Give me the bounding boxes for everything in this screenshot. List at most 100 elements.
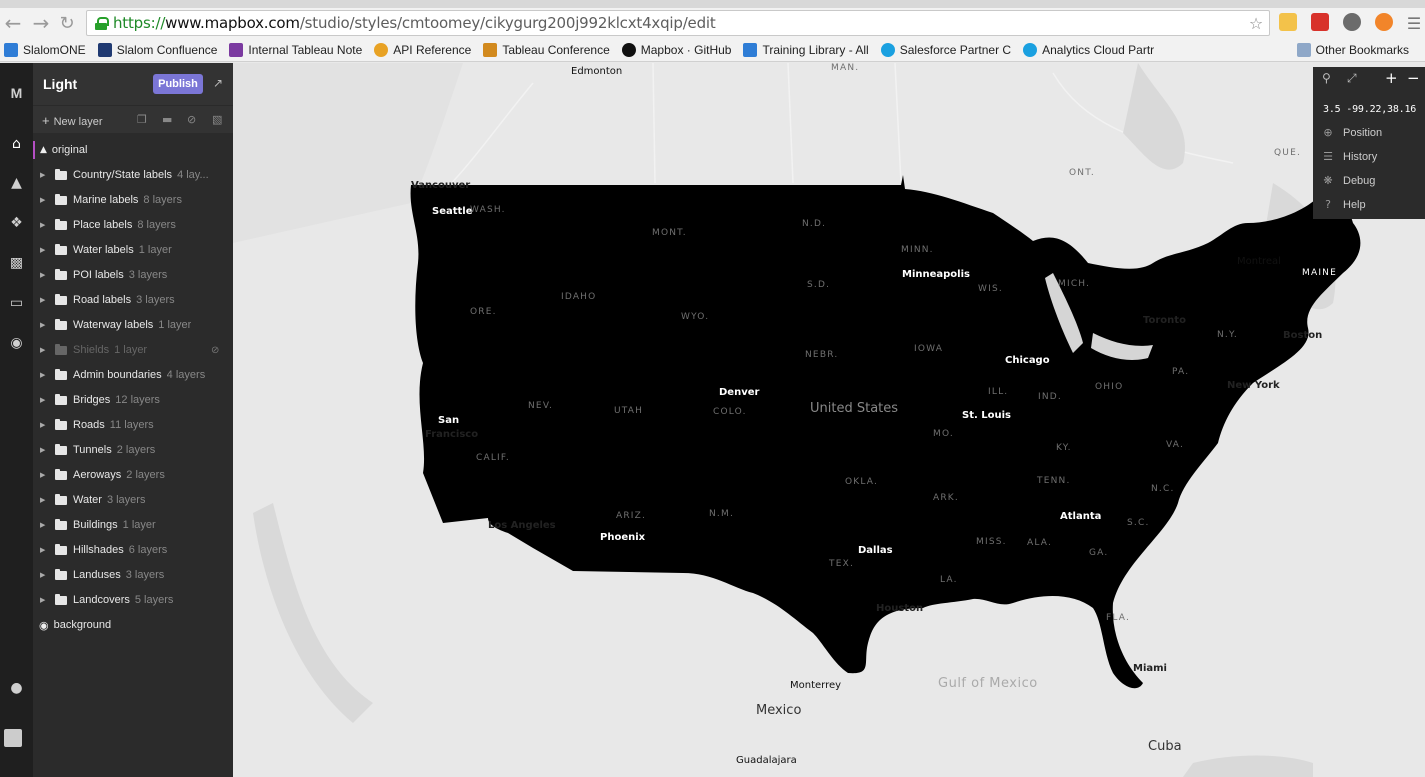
forward-icon[interactable]: → [28,10,54,36]
extension-cors-icon[interactable] [1311,13,1329,31]
map-label-ky: KY. [1056,443,1072,453]
mapbox-logo-icon[interactable]: M [6,83,27,104]
layer-group-row[interactable]: ▶ Water 3 layers [33,488,233,512]
layer-group-row[interactable]: ▶ Road labels 3 layers [33,288,233,312]
panel-header: Light Publish ↗ [33,63,233,105]
expand-caret-icon[interactable]: ▶ [40,321,48,329]
folder-icon [55,243,67,255]
expand-caret-icon[interactable]: ▶ [40,596,48,604]
extension-lifebuoy-icon[interactable] [1375,13,1393,31]
zoom-out-icon[interactable]: − [1407,69,1420,87]
stats-icon[interactable]: ▩ [6,253,27,274]
expand-caret-icon[interactable]: ▶ [40,446,48,454]
help-button[interactable]: ? Help [1321,198,1366,211]
bookmark-api-reference[interactable]: API Reference [374,42,471,57]
map-label-wyo: WYO. [681,312,710,322]
expand-caret-icon[interactable]: ▶ [40,171,48,179]
tilesets-icon[interactable]: ❖ [6,213,27,234]
layer-group-row[interactable]: ▶ Bridges 12 layers [33,388,233,412]
hidden-eye-icon[interactable]: ⊘ [211,345,219,356]
home-icon[interactable]: ⌂ [6,134,27,155]
layer-group-row[interactable]: ▶ Hillshades 6 layers [33,538,233,562]
expand-caret-icon[interactable]: ▶ [40,471,48,479]
back-icon[interactable]: ← [0,10,26,36]
expand-caret-icon[interactable]: ▶ [40,271,48,279]
layer-group-original[interactable]: ▲ original [33,138,233,162]
globe-icon[interactable]: ◉ [6,333,27,354]
bookmark-tableau-conference[interactable]: Tableau Conference [483,42,610,57]
history-button[interactable]: ☰ History [1321,150,1377,163]
bookmark-mapbox-github[interactable]: Mapbox · GitHub [621,42,731,57]
expand-caret-icon[interactable]: ▶ [40,371,48,379]
layer-group-row[interactable]: ▶ POI labels 3 layers [33,263,233,287]
trash-icon[interactable]: ▧ [212,113,224,126]
expand-caret-icon[interactable]: ▶ [40,496,48,504]
bookmark-analytics-cloud[interactable]: Analytics Cloud Partr [1023,42,1154,57]
other-bookmarks[interactable]: Other Bookmarks [1296,42,1409,57]
expand-caret-icon[interactable]: ▶ [40,246,48,254]
search-icon[interactable]: ⚲ [1322,71,1331,85]
address-bar[interactable]: https://www.mapbox.com/studio/styles/cmt… [86,10,1270,36]
bookmark-icon [4,42,18,57]
bookmark-slalom-confluence[interactable]: Slalom Confluence [97,42,217,57]
layer-group-row[interactable]: ▶ Place labels 8 layers [33,213,233,237]
new-layer-button[interactable]: + New layer [42,113,103,128]
debug-button[interactable]: ❋ Debug [1321,174,1375,187]
expand-caret-icon[interactable]: ▶ [40,346,48,354]
expand-caret-icon[interactable]: ▶ [40,571,48,579]
layer-group-row[interactable]: ▶ Landcovers 5 layers [33,588,233,612]
bookmark-icon [97,42,112,57]
style-name[interactable]: Light [43,76,77,92]
reload-icon[interactable]: ↻ [54,10,80,36]
map-canvas[interactable]: Edmonton MAN. Vancouver Seattle WASH. ON… [233,63,1425,777]
publish-button[interactable]: Publish [153,74,203,94]
layer-group-row[interactable]: ▶ Tunnels 2 layers [33,438,233,462]
bookmark-salesforce-partner[interactable]: Salesforce Partner C [880,42,1011,57]
layer-group-row[interactable]: ▶ Water labels 1 layer [33,238,233,262]
duplicate-icon[interactable]: ❐ [137,113,149,126]
bookmark-slalomone[interactable]: SlalomONE [4,42,86,57]
expand-caret-icon[interactable]: ▶ [40,421,48,429]
zoom-in-icon[interactable]: + [1385,69,1398,87]
map-label-monterrey: Monterrey [790,680,842,691]
folder-icon [55,468,67,480]
layer-group-row[interactable]: ▶ Buildings 1 layer [33,513,233,537]
layer-group-name: Admin boundaries [73,369,162,381]
account-avatar-icon[interactable] [4,729,22,747]
layer-group-row[interactable]: ▶ Admin boundaries 4 layers [33,363,233,387]
map-label-mo: MO. [933,429,954,439]
expand-caret-icon[interactable]: ▶ [40,196,48,204]
expand-caret-icon[interactable]: ▶ [40,521,48,529]
bookmark-star-icon[interactable]: ☆ [1249,14,1263,33]
layer-group-row[interactable]: ▶ Shields 1 layer ⊘ [33,338,233,362]
bookmark-training-library[interactable]: Training Library - All [743,42,869,57]
layer-background[interactable]: ◉ background [33,613,233,637]
map-label-wash: WASH. [470,205,506,215]
map-label-united-states: United States [810,401,899,416]
layer-group-row[interactable]: ▶ Waterway labels 1 layer [33,313,233,337]
datasets-icon[interactable]: ▭ [6,293,27,314]
layer-group-row[interactable]: ▶ Marine labels 8 layers [33,188,233,212]
layer-group-row[interactable]: ▶ Aeroways 2 layers [33,463,233,487]
paint-bucket-icon[interactable]: ▲ [6,173,27,194]
expand-caret-icon[interactable]: ▶ [40,546,48,554]
open-external-icon[interactable]: ↗ [213,76,223,90]
bookmark-tableau-note[interactable]: Internal Tableau Note [229,42,362,57]
layer-group-row[interactable]: ▶ Roads 11 layers [33,413,233,437]
help-label: Help [1343,198,1366,211]
layer-group-name: Landcovers [73,594,130,606]
group-folder-icon[interactable]: ▬ [162,113,174,126]
position-button[interactable]: ⊕ Position [1321,126,1382,139]
layer-group-row[interactable]: ▶ Landuses 3 layers [33,563,233,587]
extension-k-icon[interactable] [1279,13,1297,31]
layer-group-row[interactable]: ▶ Country/State labels 4 lay... [33,163,233,187]
fullscreen-icon[interactable]: ⤢ [1347,71,1357,86]
browser-menu-icon[interactable]: ☰ [1401,10,1425,36]
expand-caret-icon[interactable]: ▶ [40,396,48,404]
hide-layer-icon[interactable]: ⊘ [187,113,199,126]
extension-evernote-icon[interactable] [1343,13,1361,31]
notifications-icon[interactable]: ● [6,678,27,699]
expand-caret-icon[interactable]: ▶ [40,296,48,304]
map-label-okla: OKLA. [845,477,879,487]
expand-caret-icon[interactable]: ▶ [40,221,48,229]
